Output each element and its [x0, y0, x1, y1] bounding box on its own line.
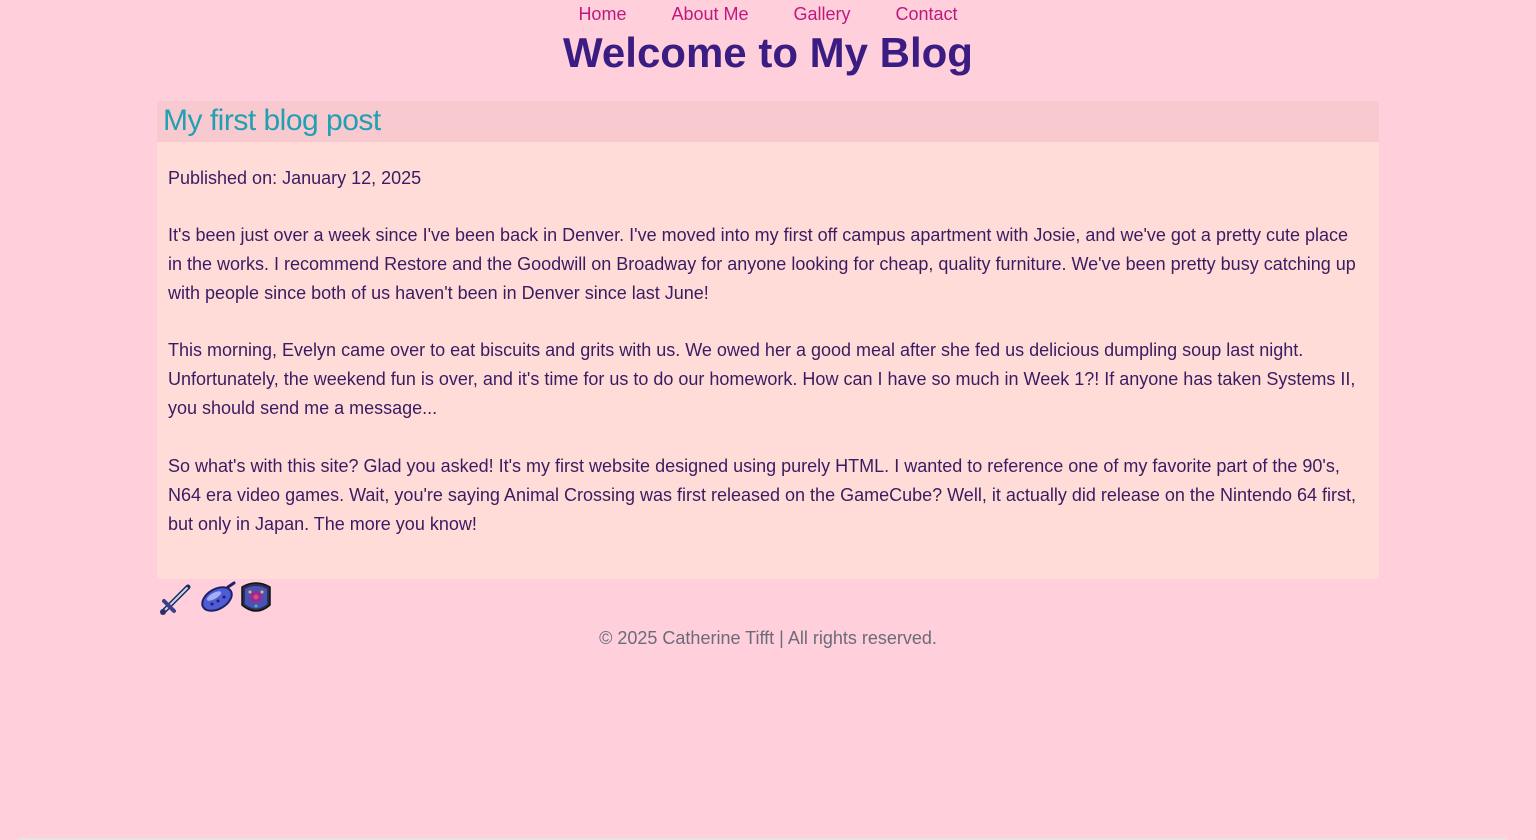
- post-publish-date: Published on: January 12, 2025: [168, 168, 422, 188]
- nav-link-contact[interactable]: Contact: [896, 3, 958, 25]
- shield-icon: [238, 579, 274, 617]
- sword-icon: [158, 579, 194, 617]
- post-paragraph: This morning, Evelyn came over to eat bi…: [168, 340, 1356, 418]
- nav-link-home[interactable]: Home: [578, 3, 626, 25]
- post-header: My first blog post: [157, 101, 1379, 142]
- nav-link-gallery[interactable]: Gallery: [794, 3, 851, 25]
- post-paragraph: So what's with this site? Glad you asked…: [168, 456, 1357, 534]
- ocarina-icon: [198, 579, 236, 617]
- post-paragraph: It's been just over a week since I've be…: [168, 225, 1356, 303]
- page-title: Welcome to My Blog: [563, 29, 973, 76]
- main-nav: Home About Me Gallery Contact: [0, 3, 1536, 25]
- post-title: My first blog post: [163, 104, 381, 137]
- decorative-icons: [158, 579, 274, 617]
- post-body: Published on: January 12, 2025 It's been…: [157, 142, 1379, 579]
- nav-link-about-me[interactable]: About Me: [671, 3, 748, 25]
- footer-copyright: © 2025 Catherine Tifft | All rights rese…: [599, 628, 937, 648]
